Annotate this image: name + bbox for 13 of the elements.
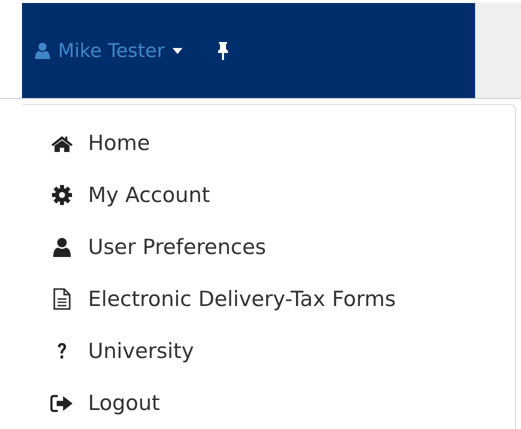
user-icon xyxy=(34,42,51,59)
gear-icon xyxy=(49,185,75,205)
menu-item[interactable]: My Account xyxy=(22,169,515,221)
home-icon xyxy=(49,134,75,152)
caret-icon xyxy=(172,48,183,54)
logout-icon xyxy=(49,394,75,412)
menu-item[interactable]: Electronic Delivery-Tax Forms xyxy=(22,273,515,325)
menu-item[interactable]: Home xyxy=(22,117,515,169)
menu-item[interactable]: User Preferences xyxy=(22,221,515,273)
menu-item[interactable]: University xyxy=(22,325,515,377)
pin-icon xyxy=(216,42,229,60)
pin-button[interactable] xyxy=(216,42,229,60)
menu-item[interactable]: Logout xyxy=(22,377,515,429)
